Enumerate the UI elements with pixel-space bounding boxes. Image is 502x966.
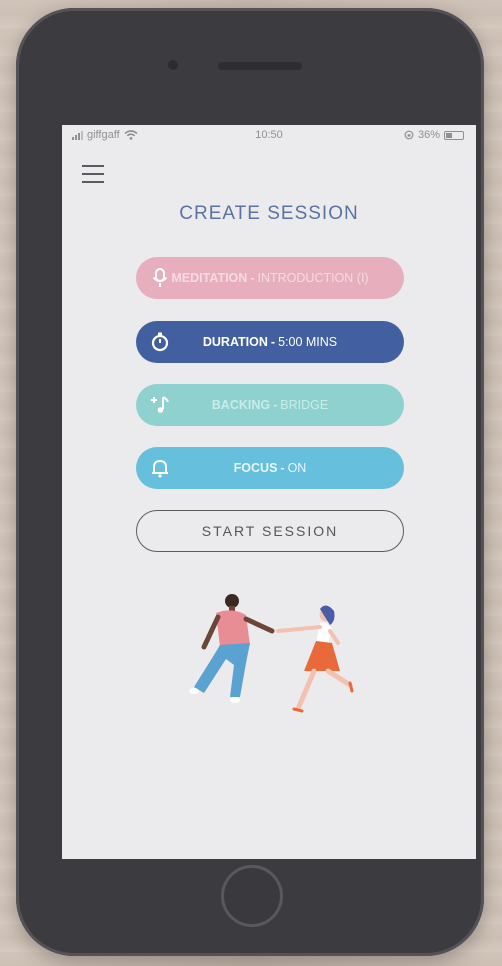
focus-separator: - xyxy=(280,461,285,475)
start-session-button[interactable]: START SESSION xyxy=(136,510,404,552)
music-note-icon xyxy=(151,396,169,413)
front-camera xyxy=(168,60,178,70)
backing-separator: - xyxy=(273,398,278,412)
battery-icon xyxy=(444,130,464,140)
backing-option-button[interactable]: BACKING - BRIDGE xyxy=(136,384,404,426)
stopwatch-icon xyxy=(151,332,169,352)
duration-value: 5:00 MINS xyxy=(278,335,338,349)
meditation-option-button[interactable]: MEDITATION - INTRODUCTION (I) xyxy=(136,257,404,299)
hamburger-menu-icon[interactable] xyxy=(82,165,104,183)
earpiece-speaker xyxy=(218,62,302,70)
page-title: CREATE SESSION xyxy=(179,203,359,224)
rotation-lock-icon xyxy=(404,130,414,140)
duration-label: DURATION xyxy=(202,335,268,349)
focus-option-button[interactable]: FOCUS - ON xyxy=(136,447,404,489)
focus-value: ON xyxy=(287,461,307,475)
battery-percent: 36% xyxy=(417,129,440,141)
bell-icon xyxy=(152,459,168,478)
phone-device: giffgaff 10:50 36% CREATE SESSION MEDITA… xyxy=(16,8,484,956)
meditation-value: INTRODUCTION (I) xyxy=(257,271,369,285)
meditation-label: MEDITATION xyxy=(171,271,248,285)
app-screen: giffgaff 10:50 36% CREATE SESSION MEDITA… xyxy=(62,125,476,859)
backing-label: BACKING xyxy=(211,398,271,412)
microphone-icon xyxy=(152,268,168,287)
backing-value: BRIDGE xyxy=(280,398,329,412)
home-button[interactable] xyxy=(221,865,283,927)
dancing-couple-illustration xyxy=(189,594,354,713)
focus-label: FOCUS xyxy=(233,461,278,475)
meditation-separator: - xyxy=(250,271,255,285)
duration-option-button[interactable]: DURATION - 5:00 MINS xyxy=(136,321,404,363)
status-bar: giffgaff 10:50 36% xyxy=(62,125,476,147)
duration-separator: - xyxy=(270,335,276,349)
